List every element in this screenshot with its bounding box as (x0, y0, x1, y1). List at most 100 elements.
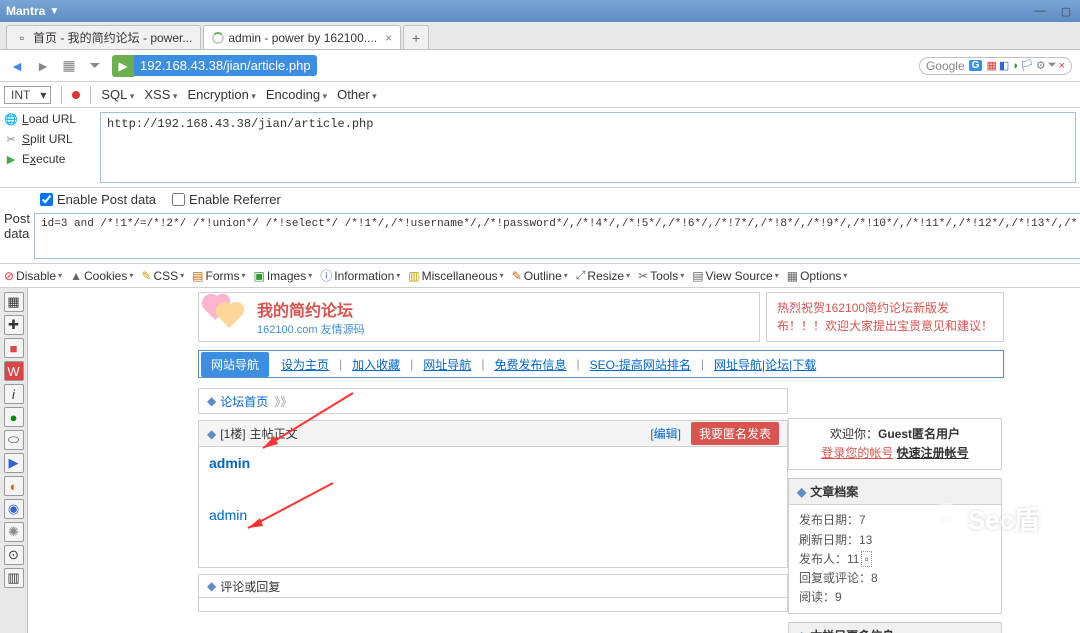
login-link[interactable]: 登录您的帐号 (821, 446, 893, 460)
split-url-button[interactable]: ✂Split URL (4, 132, 96, 146)
register-link[interactable]: 快速注册帐号 (897, 446, 969, 460)
logo-title: 我的简约论坛 (257, 297, 365, 321)
nav-links[interactable]: 网址导航 (413, 356, 481, 373)
page-icon: ▫ (15, 31, 29, 45)
close-tab-icon[interactable]: × (385, 31, 392, 45)
welcome-panel: 欢迎你：Guest匿名用户 登录您的帐号 快速注册帐号 (788, 418, 1002, 470)
more-info-title: 本栏目更多信息 (810, 627, 894, 633)
logo-subtitle: 162100.com 友情源码 (257, 321, 365, 337)
view-source-menu[interactable]: ▤ View Source (692, 269, 779, 283)
sidebar-icon-link[interactable]: ⬭ (4, 430, 24, 450)
minimize-button[interactable]: — (1030, 4, 1050, 18)
information-menu[interactable]: ⓘ Information (320, 267, 400, 284)
record-icon[interactable] (72, 91, 80, 99)
tab-label: 首页 - 我的简约论坛 - power... (33, 29, 192, 46)
post-data-input[interactable]: id=3 and /*!1*/=/*!2*/ /*!union*/ /*!sel… (34, 213, 1080, 259)
nav-favorite[interactable]: 加入收藏 (342, 356, 410, 373)
browser-tab-2-active[interactable]: admin - power by 162100.... × (203, 25, 401, 49)
sidebar-icon-9[interactable]: ◐ (4, 476, 24, 496)
sidebar-icon-1[interactable]: ▦ (4, 292, 24, 312)
red-arrow-2 (238, 478, 338, 538)
sidebar-icon-13[interactable]: ▥ (4, 568, 24, 588)
execute-button[interactable]: ▶Execute (4, 152, 96, 166)
sidebar-icon-puzzle[interactable]: ✚ (4, 315, 24, 335)
sidebar-icon-4[interactable]: W (4, 361, 24, 381)
wechat-icon: ⋯ (930, 503, 962, 535)
hearts-icon (207, 300, 249, 334)
search-box[interactable]: Google G ▦◧◑ 🏳⚙⏷ × (919, 57, 1072, 75)
watermark-text: Sec盾 (968, 500, 1040, 537)
nav-seo[interactable]: SEO-提高网站排名 (580, 356, 701, 373)
search-engine-icons[interactable]: ▦◧◑ 🏳⚙⏷ × (986, 59, 1065, 72)
sidebar-icon-info[interactable]: i (4, 384, 24, 404)
sql-menu[interactable]: SQL (101, 87, 134, 102)
sidebar-icon-11[interactable]: ✺ (4, 522, 24, 542)
anonymous-post-button[interactable]: 我要匿名发表 (691, 422, 779, 445)
tools-menu[interactable]: ✂ Tools (638, 269, 684, 283)
forum-nav: 网站导航 设为主页| 加入收藏| 网址导航| 免费发布信息| SEO-提高网站排… (198, 350, 1004, 378)
encoding-menu[interactable]: Encoding (266, 87, 327, 102)
nav-download[interactable]: 网址导航|论坛|下载 (704, 356, 826, 373)
url-text[interactable]: 192.168.43.38/jian/article.php (134, 55, 317, 76)
enable-referrer-checkbox[interactable]: Enable Referrer (172, 192, 281, 207)
resize-menu[interactable]: ⤢ Resize (576, 268, 630, 283)
reply-editor[interactable] (198, 598, 788, 612)
sidebar-icon-12[interactable]: ⊙ (4, 545, 24, 565)
webdev-toolbar: ⊘ Disable ▲ Cookies ✎ CSS ▤ Forms ▣ Imag… (0, 264, 1080, 288)
xss-menu[interactable]: XSS (144, 87, 177, 102)
announcement: 热烈祝贺162100简约论坛新版发布！！！欢迎大家提出宝贵意见和建议！ (766, 292, 1004, 342)
grid-icon[interactable]: ▦ (60, 57, 78, 75)
loading-icon (212, 32, 224, 44)
other-menu[interactable]: Other (337, 87, 377, 102)
hackbar-url-input[interactable]: http://192.168.43.38/jian/article.php (100, 112, 1076, 183)
browser-tab-1[interactable]: ▫ 首页 - 我的简约论坛 - power... (6, 25, 201, 49)
sidebar-icon-3[interactable]: ■ (4, 338, 24, 358)
post-data-section: Post data Enable Post data Enable Referr… (0, 188, 1080, 264)
tab-label: admin - power by 162100.... (228, 31, 377, 45)
options-menu[interactable]: ▦ Options (787, 269, 848, 283)
search-placeholder: Google (926, 59, 965, 73)
url-bar[interactable]: ▶ 192.168.43.38/jian/article.php (112, 55, 911, 77)
content-area: ▦ ✚ ■ W i ● ⬭ ▶ ◐ ◉ ✺ ⊙ ▥ 我的简约论坛 162100.… (0, 288, 1080, 633)
browser-tab-bar: ▫ 首页 - 我的简约论坛 - power... admin - power b… (0, 22, 1080, 50)
back-button[interactable]: ◄ (8, 57, 26, 75)
sidebar-icon-8[interactable]: ▶ (4, 453, 24, 473)
forward-button[interactable]: ► (34, 57, 52, 75)
new-tab-button[interactable]: + (403, 25, 429, 49)
nav-sitenav[interactable]: 网站导航 (201, 352, 269, 377)
forum-logo[interactable]: 我的简约论坛 162100.com 友情源码 (198, 292, 760, 342)
nav-publish[interactable]: 免费发布信息 (484, 356, 576, 373)
sidebar-icon-6[interactable]: ● (4, 407, 24, 427)
hackbar-menu: INT SQL XSS Encryption Encoding Other (0, 82, 1080, 108)
misc-menu[interactable]: ▥ Miscellaneous (408, 269, 503, 283)
reply-title: 评论或回复 (220, 578, 280, 595)
cookies-menu[interactable]: ▲ Cookies (70, 269, 133, 283)
app-menu-arrow[interactable]: ▼ (49, 6, 59, 17)
home-icon[interactable]: ⏷ (86, 57, 104, 75)
images-menu[interactable]: ▣ Images (254, 269, 313, 283)
post-floor: [1楼] (220, 425, 245, 442)
css-menu[interactable]: ✎ CSS (141, 269, 184, 283)
more-info-panel: ◆本栏目更多信息 (788, 622, 1002, 633)
nav-homepage[interactable]: 设为主页 (271, 356, 339, 373)
browser-nav-bar: ◄ ► ▦ ⏷ ▶ 192.168.43.38/jian/article.php… (0, 50, 1080, 82)
encryption-menu[interactable]: Encryption (187, 87, 255, 102)
sidebar-icon-10[interactable]: ◉ (4, 499, 24, 519)
archive-title: 文章档案 (810, 483, 858, 500)
go-icon[interactable]: ▶ (112, 55, 134, 77)
maximize-button[interactable]: ▢ (1056, 4, 1076, 18)
web-page: 我的简约论坛 162100.com 友情源码 热烈祝贺162100简约论坛新版发… (28, 288, 1080, 633)
enable-post-checkbox[interactable]: Enable Post data (40, 192, 156, 207)
outline-menu[interactable]: ✎ Outline (512, 269, 568, 283)
welcome-user: Guest匿名用户 (878, 427, 960, 441)
disable-menu[interactable]: ⊘ Disable (4, 269, 62, 283)
square-icon: ◆ (207, 427, 216, 441)
hackbar-main: 🌐Load URL ✂Split URL ▶Execute http://192… (0, 108, 1080, 188)
int-select[interactable]: INT (4, 86, 51, 104)
archive-views: 阅读：9 (799, 588, 991, 607)
load-url-button[interactable]: 🌐Load URL (4, 112, 96, 126)
forms-menu[interactable]: ▤ Forms (192, 269, 245, 283)
welcome-prefix: 欢迎你： (830, 427, 878, 441)
archive-publisher: 发布人：11▫ (799, 550, 991, 569)
edit-link[interactable]: [编辑] (650, 425, 681, 442)
